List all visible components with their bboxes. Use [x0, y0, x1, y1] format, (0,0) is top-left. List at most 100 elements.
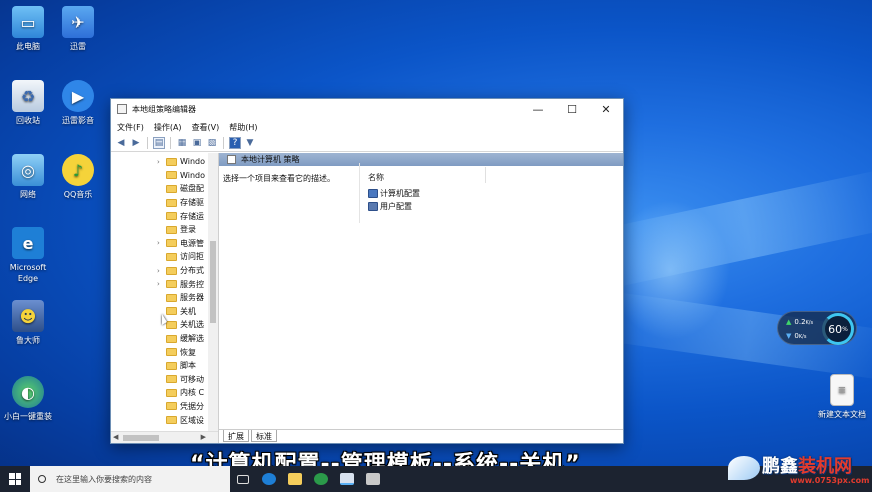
- tree-item[interactable]: 登录: [111, 223, 208, 237]
- menu-bar: 文件(F) 操作(A) 查看(V) 帮助(H): [111, 119, 623, 135]
- show-tree-icon[interactable]: ▤: [153, 137, 165, 149]
- tab-standard[interactable]: 标准: [251, 430, 277, 442]
- tree-item[interactable]: 缓解选: [111, 332, 208, 346]
- back-arrow-icon[interactable]: ◀: [115, 137, 127, 149]
- computer-config-icon: [368, 189, 378, 198]
- search-icon: [38, 475, 46, 483]
- file-explorer-icon[interactable]: [282, 466, 308, 492]
- xiaobai-icon: ◐: [12, 376, 44, 408]
- help-icon[interactable]: ?: [229, 137, 241, 149]
- expand-chevron-icon[interactable]: ›: [157, 239, 160, 247]
- mouse-cursor-icon: [162, 314, 167, 325]
- expand-chevron-icon[interactable]: ›: [157, 158, 160, 166]
- properties-icon[interactable]: ▦: [176, 137, 188, 149]
- task-view-icon[interactable]: [230, 466, 256, 492]
- tree-item[interactable]: › 分布式: [111, 264, 208, 278]
- desktop-icon-this-pc[interactable]: ▭ 此电脑: [0, 6, 56, 52]
- tree-item[interactable]: 关机: [111, 305, 208, 319]
- desktop-icon-xunlei[interactable]: ✈ 迅雷: [50, 6, 106, 52]
- tree-item[interactable]: 关机选: [111, 318, 208, 332]
- tree-item[interactable]: 访问拒: [111, 250, 208, 264]
- tree-item-label: 访问拒: [180, 252, 204, 262]
- app-taskbar-icon[interactable]: [360, 466, 386, 492]
- tree-horizontal-scrollbar[interactable]: ◀ ▶: [111, 431, 218, 443]
- tree-item[interactable]: 服务器: [111, 291, 208, 305]
- column-header-name[interactable]: 名称: [368, 172, 384, 183]
- tree-item[interactable]: 脚本: [111, 359, 208, 373]
- forward-arrow-icon[interactable]: ▶: [130, 137, 142, 149]
- upload-arrow-icon: ▲: [786, 318, 792, 326]
- folder-icon: [166, 225, 177, 234]
- desktop-icon-qq-music[interactable]: ♪ QQ音乐: [50, 154, 106, 200]
- minimize-button[interactable]: —: [521, 99, 555, 119]
- tree-item[interactable]: 恢复: [111, 345, 208, 359]
- desktop-icon-ludashi[interactable]: ☻ 鲁大师: [0, 300, 56, 346]
- filter-icon[interactable]: ▼: [244, 137, 256, 149]
- edge-taskbar-icon[interactable]: [256, 466, 282, 492]
- tree-item[interactable]: 存储驱: [111, 196, 208, 210]
- desktop-icon-xiaobai[interactable]: ◐ 小白一键重装: [0, 376, 56, 422]
- tree-item[interactable]: 区域设: [111, 413, 208, 427]
- start-button[interactable]: [0, 466, 30, 492]
- tree-item[interactable]: Windo: [111, 169, 208, 183]
- scroll-left-icon[interactable]: ◀: [113, 433, 118, 441]
- refresh-icon[interactable]: ▣: [191, 137, 203, 149]
- toolbar-separator: [223, 137, 224, 149]
- recycle-bin-icon: ♻: [12, 80, 44, 112]
- toolbar-separator: [170, 137, 171, 149]
- tree-item[interactable]: › 电源管: [111, 237, 208, 251]
- computer-icon: ▭: [12, 6, 44, 38]
- maximize-button[interactable]: ☐: [555, 99, 589, 119]
- tree-item-label: 可移动: [180, 374, 204, 384]
- xunlei-player-icon: ▶: [62, 80, 94, 112]
- tree-item-label: 关机选: [180, 320, 204, 330]
- close-button[interactable]: ✕: [589, 99, 623, 119]
- edge-icon: e: [12, 227, 44, 259]
- list-item-computer-config[interactable]: 计算机配置: [368, 188, 420, 199]
- taskbar-search-box[interactable]: 在这里输入你要搜索的内容: [30, 466, 230, 492]
- window-title: 本地组策略编辑器: [132, 104, 196, 114]
- tree-item[interactable]: 磁盘配: [111, 182, 208, 196]
- folder-icon: [166, 184, 177, 193]
- folder-icon: [166, 375, 177, 384]
- toolbar-separator: [147, 137, 148, 149]
- scroll-thumb[interactable]: [123, 435, 159, 441]
- desktop-icon-network[interactable]: ◎ 网络: [0, 154, 56, 200]
- column-divider[interactable]: [485, 167, 486, 183]
- title-bar[interactable]: 本地组策略编辑器 — ☐ ✕: [111, 99, 623, 119]
- folder-icon: [166, 402, 177, 411]
- tree-item[interactable]: 内核 C: [111, 386, 208, 400]
- menu-file[interactable]: 文件(F): [117, 122, 144, 133]
- tree-item-label: 缓解选: [180, 334, 204, 344]
- tree-item[interactable]: 存储运: [111, 209, 208, 223]
- export-list-icon[interactable]: ▧: [206, 137, 218, 149]
- tree-item-label: 电源管: [180, 238, 204, 248]
- group-policy-taskbar-icon[interactable]: [334, 466, 360, 492]
- group-policy-editor-window[interactable]: 本地组策略编辑器 — ☐ ✕ 文件(F) 操作(A) 查看(V) 帮助(H) ◀…: [110, 98, 624, 444]
- tree-item[interactable]: 可移动: [111, 373, 208, 387]
- tab-extended[interactable]: 扩展: [223, 430, 249, 442]
- desktop-icon-edge[interactable]: e Microsoft Edge: [0, 227, 56, 284]
- expand-chevron-icon[interactable]: ›: [157, 280, 160, 288]
- scroll-right-icon[interactable]: ▶: [201, 433, 206, 441]
- tree-item-label: 区域设: [180, 415, 204, 425]
- network-speed-widget[interactable]: ▲ 0.2K/s ▼ 0K/s 60%: [777, 311, 857, 345]
- menu-help[interactable]: 帮助(H): [229, 122, 257, 133]
- expand-chevron-icon[interactable]: ›: [157, 267, 160, 275]
- desktop-icon-xunlei-player[interactable]: ▶ 迅雷影音: [50, 80, 106, 126]
- content-area: › Windo Windo 磁盘配 存储驱 存储运登录 › 电源管访问拒 › 分布式 › 服务控 服务器…: [111, 153, 623, 443]
- tree-item-label: 登录: [180, 225, 196, 235]
- scroll-thumb[interactable]: [210, 241, 216, 323]
- menu-view[interactable]: 查看(V): [192, 122, 220, 133]
- tree-item[interactable]: 凭据分: [111, 400, 208, 414]
- tree-item[interactable]: › 服务控: [111, 277, 208, 291]
- desktop-icon-recycle-bin[interactable]: ♻ 回收站: [0, 80, 56, 126]
- desktop-icon-new-text-file[interactable]: ≡ 新建文本文档: [814, 374, 870, 420]
- tree-item[interactable]: › Windo: [111, 155, 208, 169]
- folder-icon: [166, 361, 177, 370]
- tree-vertical-scrollbar[interactable]: [208, 153, 218, 431]
- xiaobai-taskbar-icon[interactable]: [308, 466, 334, 492]
- menu-action[interactable]: 操作(A): [154, 122, 182, 133]
- network-icon: ◎: [12, 154, 44, 186]
- list-item-user-config[interactable]: 用户配置: [368, 201, 412, 212]
